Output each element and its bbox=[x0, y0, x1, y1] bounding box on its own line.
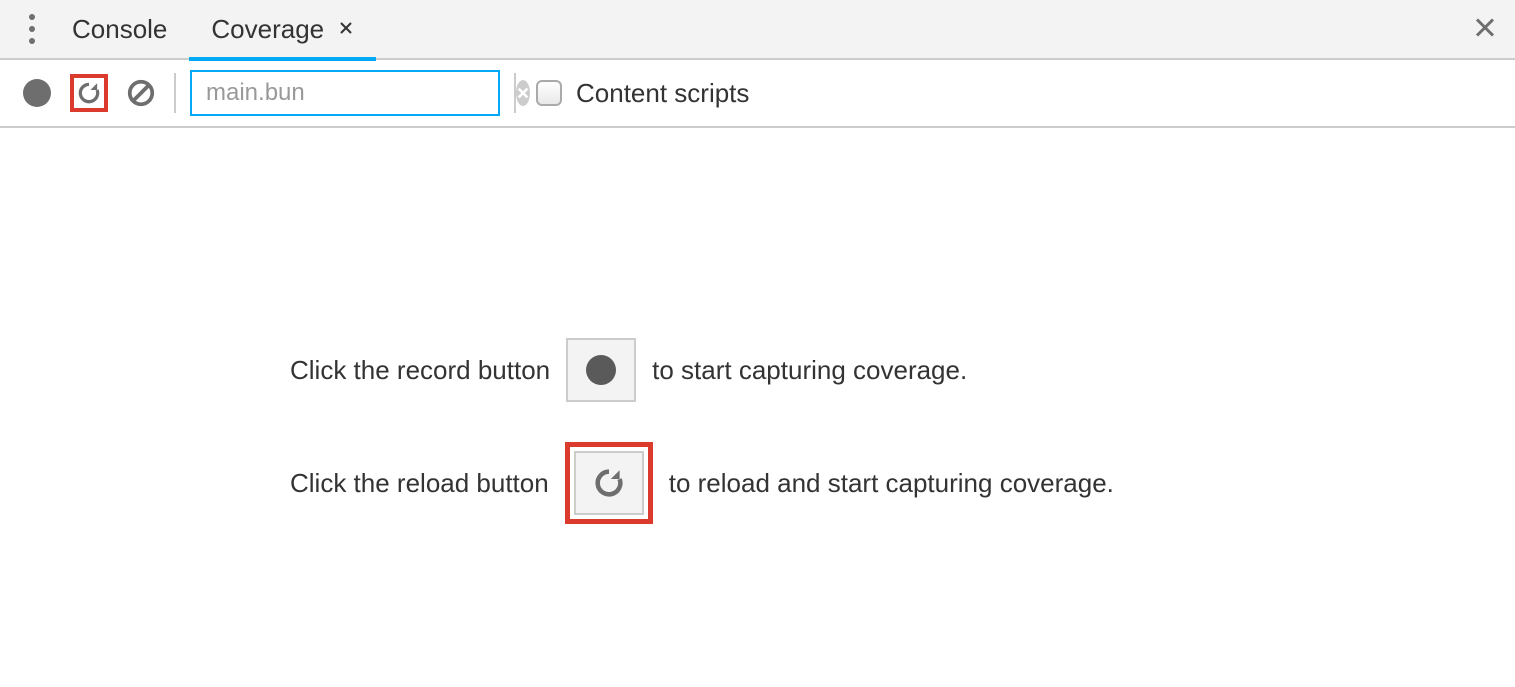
kebab-menu-icon[interactable] bbox=[14, 14, 50, 44]
checkbox-box bbox=[536, 80, 562, 106]
toolbar-separator bbox=[514, 73, 516, 113]
ban-icon bbox=[126, 78, 156, 108]
coverage-toolbar: Content scripts bbox=[0, 60, 1515, 128]
url-filter-input[interactable] bbox=[206, 79, 516, 107]
content-scripts-label: Content scripts bbox=[576, 78, 749, 109]
url-filter-input-container bbox=[190, 70, 500, 116]
clear-filter-icon[interactable] bbox=[516, 80, 530, 106]
tab-coverage-label: Coverage bbox=[211, 14, 324, 45]
reload-hint-pre: Click the reload button bbox=[290, 468, 549, 499]
drawer-tab-strip: Console Coverage bbox=[0, 0, 1515, 60]
tab-console[interactable]: Console bbox=[50, 0, 189, 59]
inline-record-button[interactable] bbox=[566, 338, 636, 402]
coverage-empty-state: Click the record button to start capturi… bbox=[0, 128, 1515, 524]
record-icon bbox=[23, 79, 51, 107]
close-icon[interactable] bbox=[338, 20, 354, 39]
clear-button[interactable] bbox=[122, 74, 160, 112]
content-scripts-checkbox[interactable]: Content scripts bbox=[536, 78, 749, 109]
toolbar-separator bbox=[174, 73, 176, 113]
record-hint-post: to start capturing coverage. bbox=[652, 355, 967, 386]
reload-button[interactable] bbox=[70, 74, 108, 112]
close-drawer-icon[interactable] bbox=[1473, 16, 1497, 43]
record-hint-row: Click the record button to start capturi… bbox=[290, 338, 1515, 402]
reload-hint-row: Click the reload button to reload and st… bbox=[290, 442, 1515, 524]
inline-reload-highlight bbox=[565, 442, 653, 524]
tab-coverage[interactable]: Coverage bbox=[189, 0, 376, 59]
reload-icon bbox=[76, 78, 102, 108]
reload-hint-post: to reload and start capturing coverage. bbox=[669, 468, 1114, 499]
reload-icon bbox=[592, 466, 626, 500]
record-hint-pre: Click the record button bbox=[290, 355, 550, 386]
tab-console-label: Console bbox=[72, 14, 167, 45]
record-icon bbox=[586, 355, 616, 385]
inline-reload-button[interactable] bbox=[574, 451, 644, 515]
record-button[interactable] bbox=[18, 74, 56, 112]
